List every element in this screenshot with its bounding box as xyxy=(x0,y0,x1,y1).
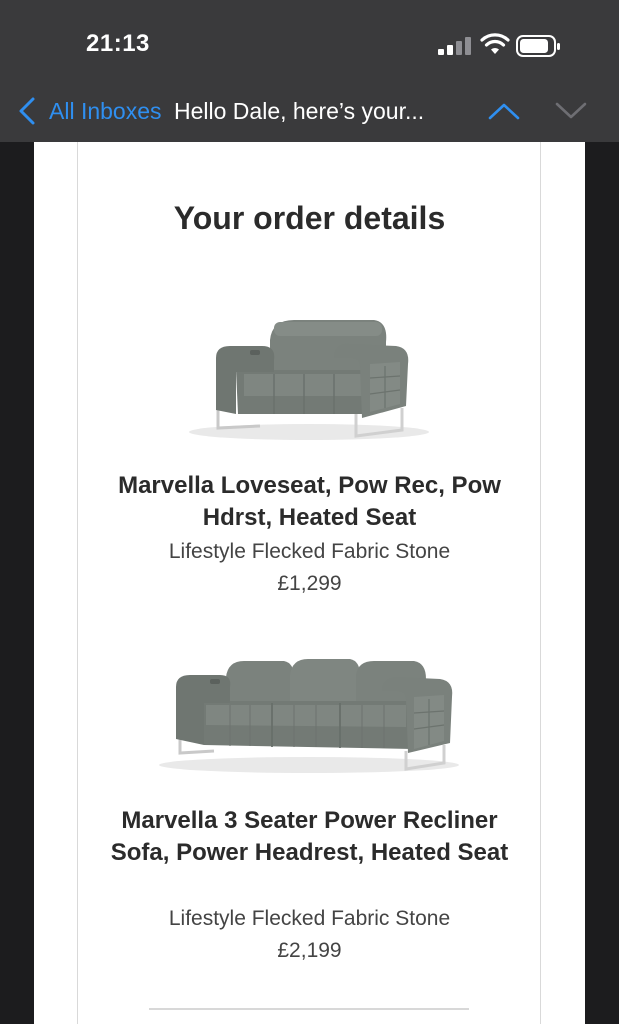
chevron-down-icon[interactable] xyxy=(554,100,588,122)
product-price: £2,199 xyxy=(277,939,342,962)
battery-icon xyxy=(516,35,560,57)
mail-nav-bar: All Inboxes Hello Dale, here’s your... xyxy=(0,90,619,142)
product-variant: Lifestyle Flecked Fabric Stone xyxy=(168,540,451,563)
chevron-left-icon[interactable] xyxy=(16,96,38,126)
email-body[interactable]: Your order details Marvella Loveseat, Po… xyxy=(34,142,585,1024)
loveseat-image[interactable] xyxy=(174,310,444,450)
order-details-heading: Your order details xyxy=(173,200,446,236)
product-name[interactable]: Marvella Loveseat, Pow Rec, Pow Hdrst, H… xyxy=(94,470,525,534)
left-gutter xyxy=(0,142,34,1024)
right-gutter xyxy=(585,142,619,1024)
status-bar: 21:13 xyxy=(0,0,619,90)
cellular-signal-icon xyxy=(438,37,471,55)
status-time: 21:13 xyxy=(86,30,150,57)
divider xyxy=(149,1008,469,1010)
wifi-icon xyxy=(480,33,510,54)
back-to-inboxes-button[interactable]: All Inboxes xyxy=(49,98,162,125)
product-variant: Lifestyle Flecked Fabric Stone xyxy=(168,907,451,930)
email-subject: Hello Dale, here’s your... xyxy=(174,98,425,124)
product-name[interactable]: Marvella 3 Seater Power Recliner Sofa, P… xyxy=(94,805,525,869)
product-price: £1,299 xyxy=(277,572,342,595)
three-seater-sofa-image[interactable] xyxy=(144,647,474,782)
chevron-up-icon[interactable] xyxy=(487,100,521,122)
